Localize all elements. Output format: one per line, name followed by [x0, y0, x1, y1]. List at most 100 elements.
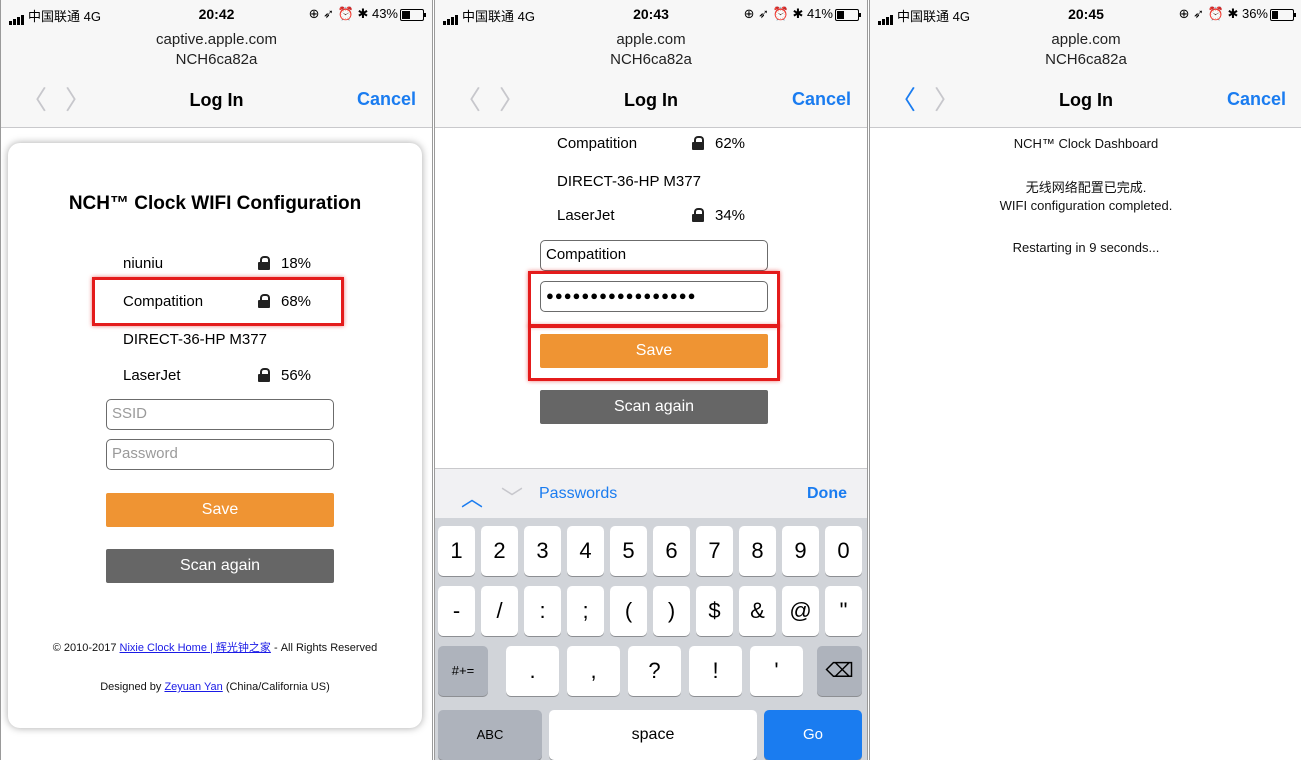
save-button[interactable]: Save — [540, 334, 768, 368]
go-key[interactable]: Go — [764, 710, 862, 760]
key[interactable]: - — [438, 586, 475, 636]
key[interactable]: : — [524, 586, 561, 636]
status-bar: 中国联通 4G 20:45 ⊕ ➶ ⏰ ✱ 36% — [878, 6, 1296, 25]
completion-message-en: WIFI configuration completed. — [999, 198, 1173, 213]
network-item[interactable]: LaserJet 34% — [557, 207, 757, 227]
lock-icon — [692, 136, 704, 151]
key[interactable]: 8 — [739, 526, 776, 576]
lock-icon — [258, 368, 270, 383]
chevron-up-icon[interactable]: ︿ — [461, 481, 483, 513]
network-item[interactable]: DIRECT-36-HP M377 — [557, 173, 777, 193]
network-name: LaserJet — [557, 207, 615, 224]
network-item[interactable]: Compatition 68% — [123, 293, 323, 313]
cancel-button[interactable]: Cancel — [792, 89, 851, 110]
key[interactable]: 6 — [653, 526, 690, 576]
key[interactable]: , — [567, 646, 620, 696]
url-network: NCH6ca82a — [175, 51, 258, 68]
key[interactable]: 9 — [782, 526, 819, 576]
backspace-key[interactable]: ⌫ — [817, 646, 862, 696]
key[interactable]: & — [739, 586, 776, 636]
key[interactable]: ; — [567, 586, 604, 636]
space-key[interactable]: space — [549, 710, 757, 760]
footer-designer: Designed by Zeyuan Yan (China/California… — [100, 681, 330, 693]
url-display[interactable]: apple.com NCH6ca82a — [870, 30, 1301, 70]
ssid-input[interactable]: Compatition — [540, 240, 768, 271]
key[interactable]: 4 — [567, 526, 604, 576]
battery-percent: 36% — [1241, 6, 1268, 21]
url-display[interactable]: captive.apple.com NCH6ca82a — [1, 30, 432, 70]
key[interactable]: / — [481, 586, 518, 636]
password-input[interactable]: ●●●●●●●●●●●●●●●●● — [540, 281, 768, 312]
scan-again-button[interactable]: Scan again — [540, 390, 768, 424]
network-name: Compatition — [557, 135, 638, 152]
key[interactable]: " — [825, 586, 862, 636]
lock-icon — [258, 294, 270, 309]
key[interactable]: 7 — [696, 526, 733, 576]
battery-icon — [835, 8, 861, 21]
network-item[interactable]: Compatition 62% — [557, 135, 757, 155]
url-domain: apple.com — [1051, 31, 1121, 48]
network-name: niuniu — [123, 255, 164, 272]
url-domain: captive.apple.com — [156, 31, 277, 48]
key[interactable]: $ — [696, 586, 733, 636]
restart-message: Restarting in 9 seconds... — [1012, 240, 1160, 255]
key[interactable]: @ — [782, 586, 819, 636]
save-button[interactable]: Save — [106, 493, 334, 527]
password-input[interactable]: Password — [106, 439, 334, 470]
key[interactable]: 3 — [524, 526, 561, 576]
network-item[interactable]: niuniu 18% — [123, 255, 323, 275]
key[interactable]: 2 — [481, 526, 518, 576]
key[interactable]: 5 — [610, 526, 647, 576]
status-bar: 中国联通 4G 20:42 ⊕ ➶ ⏰ ✱ 43% — [9, 6, 426, 25]
chevron-down-icon[interactable]: ﹀ — [501, 481, 523, 513]
dashboard-title: NCH™ Clock Dashboard — [1013, 136, 1159, 151]
screen-password-entry: 中国联通 4G 20:43 ⊕ ➶ ⏰ ✱ 41% apple.com NCH6… — [434, 0, 868, 760]
network-signal: 18% — [281, 255, 312, 272]
designer-link[interactable]: Zeyuan Yan — [164, 681, 222, 693]
key[interactable]: . — [506, 646, 559, 696]
status-icons: ⊕ ➶ ⏰ ✱ — [308, 6, 372, 21]
abc-key[interactable]: ABC — [438, 710, 542, 760]
url-display[interactable]: apple.com NCH6ca82a — [435, 30, 867, 70]
network-signal: 34% — [715, 207, 746, 224]
key[interactable]: ( — [610, 586, 647, 636]
network-signal: 56% — [281, 367, 312, 384]
symbols-key[interactable]: #+= — [438, 646, 488, 696]
done-button[interactable]: Done — [807, 485, 847, 503]
scan-again-button[interactable]: Scan again — [106, 549, 334, 583]
network-item[interactable]: LaserJet 56% — [123, 367, 323, 387]
key[interactable]: 0 — [825, 526, 862, 576]
screen-dashboard: 中国联通 4G 20:45 ⊕ ➶ ⏰ ✱ 36% apple.com NCH6… — [869, 0, 1301, 760]
battery-icon — [400, 8, 426, 21]
battery-percent: 43% — [371, 6, 398, 21]
battery-fill — [1272, 10, 1278, 19]
completion-message-cn: 无线网络配置已完成. — [1025, 180, 1147, 195]
battery-fill — [402, 10, 410, 19]
ssid-input[interactable]: SSID — [106, 399, 334, 430]
battery-fill — [837, 10, 844, 19]
nav-bar: 〈〉 Log In Cancel — [1, 86, 432, 116]
key[interactable]: ! — [689, 646, 742, 696]
keyboard-accessory-bar: ︿ ﹀ Passwords Done — [435, 468, 867, 519]
key[interactable]: ) — [653, 586, 690, 636]
battery-percent: 41% — [806, 6, 833, 21]
status-icons: ⊕ ➶ ⏰ ✱ — [743, 6, 807, 21]
nixie-home-link[interactable]: Nixie Clock Home | 辉光钟之家 — [120, 642, 271, 654]
network-signal: 62% — [715, 135, 746, 152]
page-title: NCH™ Clock WIFI Configuration — [68, 193, 362, 214]
key[interactable]: ' — [750, 646, 803, 696]
nav-bar: 〈〉 Log In Cancel — [870, 86, 1301, 116]
url-network: NCH6ca82a — [610, 51, 692, 68]
browser-chrome: 中国联通 4G 20:43 ⊕ ➶ ⏰ ✱ 41% apple.com NCH6… — [435, 0, 867, 128]
cancel-button[interactable]: Cancel — [357, 89, 416, 110]
passwords-button[interactable]: Passwords — [539, 485, 617, 503]
key[interactable]: ? — [628, 646, 681, 696]
network-name: LaserJet — [123, 367, 181, 384]
key[interactable]: 1 — [438, 526, 475, 576]
network-item[interactable]: DIRECT-36-HP M377 — [123, 331, 343, 351]
cancel-button[interactable]: Cancel — [1227, 89, 1286, 110]
browser-chrome: 中国联通 4G 20:45 ⊕ ➶ ⏰ ✱ 36% apple.com NCH6… — [870, 0, 1301, 128]
nav-bar: 〈〉 Log In Cancel — [435, 86, 867, 116]
network-name: Compatition — [123, 293, 204, 310]
keyboard: 1 2 3 4 5 6 7 8 9 0 - / : ; ( ) $ & @ " … — [435, 518, 867, 760]
